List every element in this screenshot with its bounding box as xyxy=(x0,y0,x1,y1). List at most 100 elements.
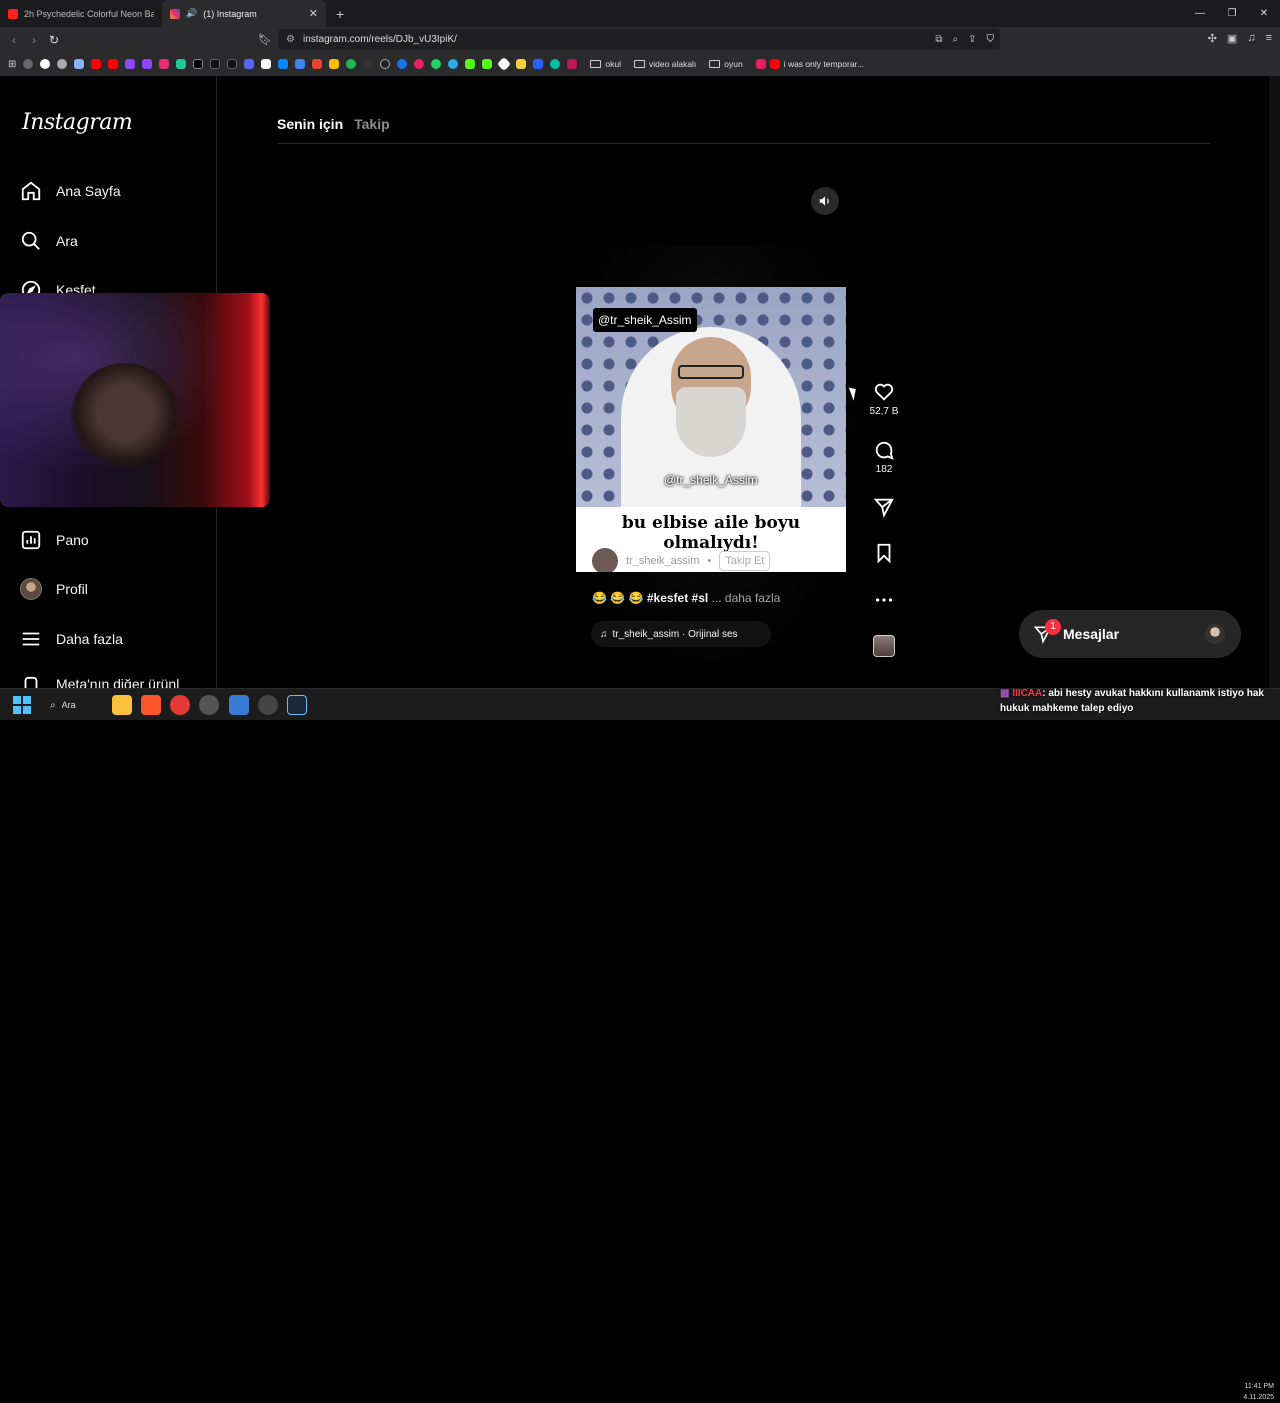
system-clock[interactable]: 11:41 PM 4.11.2025 xyxy=(1243,1381,1274,1403)
share-icon[interactable]: ⇪ xyxy=(968,34,976,45)
close-tab-icon[interactable]: ✕ xyxy=(309,7,318,20)
app-bookmark-icon[interactable] xyxy=(533,59,544,69)
separator-dot: • xyxy=(707,555,712,567)
video-caption: bu elbise aile boyu olmalıydı! xyxy=(621,513,801,553)
mute-button[interactable] xyxy=(811,187,839,215)
instagram-logo[interactable]: Instagram xyxy=(22,110,133,135)
video-beard xyxy=(676,387,746,457)
sidebar-item-label: Ara xyxy=(56,233,78,249)
speaker-icon[interactable]: 🔊 xyxy=(186,8,197,19)
wallet-icon[interactable]: ▣ xyxy=(1227,32,1237,45)
app-bookmark-icon[interactable] xyxy=(295,59,306,69)
x-bookmark-icon[interactable] xyxy=(193,59,204,69)
share-button[interactable] xyxy=(868,496,900,518)
audio-pill[interactable]: ♫ tr_sheik_assim · Orijinal ses xyxy=(591,621,771,647)
minimize-icon[interactable]: — xyxy=(1184,0,1216,27)
app-bookmark-icon[interactable] xyxy=(516,59,527,69)
new-tab-icon[interactable]: + xyxy=(336,6,344,22)
reel-video[interactable]: @tr_sheik_Assim @tr_sheik_Assim bu elbis… xyxy=(576,287,846,572)
tiktok-bookmark-icon[interactable] xyxy=(210,59,221,69)
apps-grid-icon[interactable]: ⊞ xyxy=(8,59,16,70)
twitch-bookmark-icon[interactable] xyxy=(142,59,153,69)
gemini-bookmark-icon[interactable] xyxy=(74,59,85,69)
photos-icon[interactable] xyxy=(229,695,249,715)
spotify-bookmark-icon[interactable] xyxy=(346,59,357,69)
app-icon[interactable] xyxy=(199,695,219,715)
media-player-icon[interactable] xyxy=(170,695,190,715)
file-explorer-icon[interactable] xyxy=(112,695,132,715)
page-scrollbar[interactable] xyxy=(1269,76,1280,688)
reel-hashtags: 😂 😂 😂 #kesfet #sl ... daha fazla xyxy=(592,591,780,605)
kick-bookmark-icon[interactable] xyxy=(465,59,476,69)
bookmark-page-icon[interactable]: 🔖︎ xyxy=(258,33,272,46)
sidebar-item-more[interactable]: Daha fazla xyxy=(20,628,123,650)
owner-username[interactable]: tr_sheik_assim xyxy=(626,555,699,567)
youtube-bookmark-icon[interactable] xyxy=(91,59,102,69)
instagram-bookmark-icon[interactable] xyxy=(159,59,170,69)
owner-avatar[interactable] xyxy=(592,548,618,572)
back-icon[interactable]: ‹ xyxy=(4,33,24,47)
more-link[interactable]: ... daha fazla xyxy=(712,591,781,605)
save-button[interactable] xyxy=(868,542,900,564)
app-bookmark-icon[interactable] xyxy=(397,59,408,69)
taskbar-search[interactable]: ⌕ Ara xyxy=(50,695,102,715)
capcut-bookmark-icon[interactable] xyxy=(261,59,272,69)
zoom-icon[interactable]: ⌕ xyxy=(953,34,959,45)
browser-tab-youtube[interactable]: 2h Psychedelic Colorful Neon Backgr xyxy=(0,0,162,27)
google-bookmark-icon[interactable] xyxy=(40,59,51,69)
drive-bookmark-icon[interactable] xyxy=(329,59,340,69)
whatsapp-bookmark-icon[interactable] xyxy=(431,59,442,69)
extensions-icon[interactable]: ✣ xyxy=(1208,32,1217,45)
discord-bookmark-icon[interactable] xyxy=(244,59,255,69)
bookmark-folder-okul[interactable]: okul xyxy=(590,59,621,69)
tiktok-bookmark-icon[interactable] xyxy=(227,59,238,69)
url-field[interactable]: ⚙ instagram.com/reels/DJb_vU3IpiK/ ⧉ ⌕ ⇪… xyxy=(278,29,1000,50)
youtube-bookmark-icon[interactable] xyxy=(108,59,119,69)
open-external-icon[interactable]: ⧉ xyxy=(935,34,942,45)
obs-icon[interactable] xyxy=(258,695,278,715)
hashtag-text[interactable]: #kesfet #sl xyxy=(647,591,708,605)
like-button[interactable]: 52,7 B xyxy=(868,381,900,417)
app-bookmark-icon[interactable] xyxy=(550,59,561,69)
browser-menu-icon[interactable]: ≡ xyxy=(1266,32,1272,45)
app-bookmark-icon[interactable] xyxy=(363,59,374,69)
history-bookmark-icon[interactable] xyxy=(23,59,34,69)
app-bookmark-icon[interactable] xyxy=(176,59,187,69)
twitch-bookmark-icon[interactable] xyxy=(125,59,136,69)
tab-for-you[interactable]: Senin için xyxy=(277,116,343,132)
brave-icon[interactable] xyxy=(141,695,161,715)
gmail-bookmark-icon[interactable] xyxy=(312,59,323,69)
sidebar-item-home[interactable]: Ana Sayfa xyxy=(20,180,121,202)
windows-start-icon[interactable] xyxy=(12,695,32,715)
app-bookmark-icon[interactable] xyxy=(414,59,425,69)
messages-button[interactable]: 1 Mesajlar xyxy=(1019,610,1241,658)
kick-bookmark-icon[interactable] xyxy=(482,59,493,69)
app-bookmark-icon[interactable] xyxy=(567,59,578,69)
site-info-icon[interactable]: ⚙ xyxy=(286,34,295,45)
telegram-bookmark-icon[interactable] xyxy=(448,59,459,69)
sidebar-item-meta[interactable]: Meta'nın diğer ürünl xyxy=(20,676,179,688)
steam-icon[interactable] xyxy=(287,695,307,715)
app-bookmark-icon[interactable] xyxy=(497,56,512,72)
sidebar-item-dashboard[interactable]: Pano xyxy=(20,529,89,551)
more-options-button[interactable] xyxy=(868,589,900,611)
follow-button[interactable]: Takip Et xyxy=(719,551,771,571)
tab-following[interactable]: Takip xyxy=(354,116,390,132)
restore-icon[interactable]: ❐ xyxy=(1216,0,1248,27)
window-close-icon[interactable]: ✕ xyxy=(1248,0,1280,27)
sidebar-item-search[interactable]: Ara xyxy=(20,230,78,252)
music-icon[interactable]: ♫ xyxy=(1247,32,1255,45)
app-bookmark-icon[interactable] xyxy=(278,59,289,69)
bookmark-folder-oyun[interactable]: oyun xyxy=(709,59,743,69)
comment-button[interactable]: 182 xyxy=(868,439,900,475)
forward-icon[interactable]: › xyxy=(24,33,44,47)
bookmark-folder-video[interactable]: video alakalı xyxy=(633,59,696,69)
chatgpt-bookmark-icon[interactable] xyxy=(57,59,68,69)
brave-shield-icon[interactable]: ⛉ xyxy=(987,34,995,45)
reload-icon[interactable]: ↻ xyxy=(44,33,64,47)
sidebar-item-profile[interactable]: Profil xyxy=(20,578,88,600)
browser-tab-instagram[interactable]: 🔊 (1) Instagram ✕ xyxy=(162,0,326,27)
audio-thumbnail[interactable] xyxy=(873,635,895,657)
github-bookmark-icon[interactable] xyxy=(380,59,391,69)
bookmark-temporary[interactable]: i was only temporar... xyxy=(755,59,864,69)
